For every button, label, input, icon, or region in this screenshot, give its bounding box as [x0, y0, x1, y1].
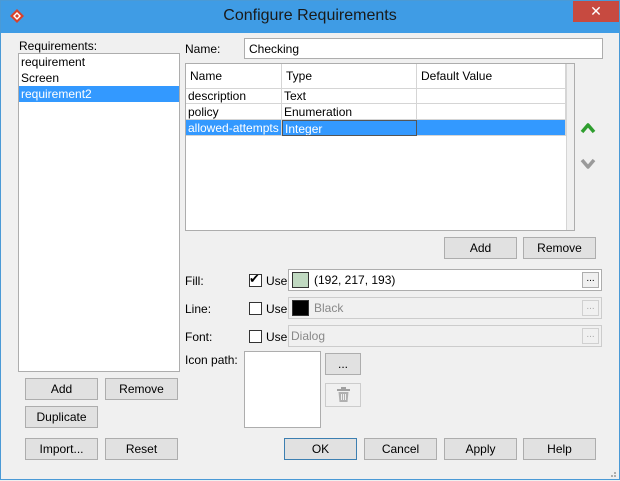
font-use-label: Use: [266, 330, 288, 344]
help-button[interactable]: Help: [523, 438, 596, 460]
cell-default-value[interactable]: [417, 120, 566, 136]
window-title: Configure Requirements: [223, 7, 397, 24]
requirements-list[interactable]: requirement Screen requirement2: [18, 53, 180, 372]
import-button[interactable]: Import...: [25, 438, 98, 460]
font-use-checkbox[interactable]: [249, 330, 262, 343]
table-scrollbar[interactable]: [566, 64, 574, 230]
title-bar[interactable]: Configure Requirements ✕: [1, 1, 619, 33]
cell-type[interactable]: Enumeration: [282, 104, 417, 120]
column-header-type[interactable]: Type: [282, 64, 417, 88]
move-down-icon[interactable]: [580, 157, 596, 169]
add-attribute-button[interactable]: Add: [444, 237, 517, 259]
icon-browse-button[interactable]: ...: [325, 353, 361, 375]
attributes-table[interactable]: Name Type Default Value description Text…: [185, 63, 575, 231]
line-color-field[interactable]: Black ...: [288, 297, 602, 319]
close-icon: ✕: [590, 3, 602, 19]
table-row[interactable]: policy Enumeration: [186, 104, 566, 120]
cell-type[interactable]: Text: [282, 88, 417, 104]
font-browse-button[interactable]: ...: [582, 328, 599, 344]
apply-button[interactable]: Apply: [444, 438, 517, 460]
column-header-default-value[interactable]: Default Value: [417, 64, 566, 88]
duplicate-requirement-button[interactable]: Duplicate: [25, 406, 98, 428]
line-color-swatch: [292, 300, 309, 316]
resize-grip-icon: [611, 472, 616, 477]
list-item[interactable]: requirement2: [19, 86, 179, 102]
line-label: Line:: [185, 302, 212, 316]
name-input[interactable]: [244, 38, 603, 59]
table-row[interactable]: allowed-attempts Integer: [186, 120, 566, 136]
font-field[interactable]: Dialog ...: [288, 325, 602, 347]
fill-use-label: Use: [266, 274, 288, 288]
fill-use-checkbox[interactable]: ✔: [249, 271, 262, 287]
configure-requirements-dialog: Configure Requirements ✕ Requirements: r…: [0, 0, 620, 480]
fill-color-swatch: [292, 272, 309, 288]
list-item[interactable]: Screen: [19, 70, 179, 86]
font-label: Font:: [185, 330, 213, 344]
fill-browse-button[interactable]: ...: [582, 272, 599, 288]
requirements-label: Requirements:: [19, 39, 98, 53]
font-value: Dialog: [291, 329, 326, 343]
ok-button[interactable]: OK: [284, 438, 357, 460]
cell-name[interactable]: description: [186, 88, 282, 104]
move-up-icon[interactable]: [580, 122, 596, 134]
delete-icon-button[interactable]: [325, 383, 361, 407]
fill-color-value: (192, 217, 193): [314, 273, 396, 287]
fill-color-field[interactable]: (192, 217, 193) ...: [288, 269, 602, 291]
fill-label: Fill:: [185, 274, 204, 288]
icon-preview: [244, 351, 321, 428]
list-item[interactable]: requirement: [19, 54, 179, 70]
cell-default-value[interactable]: [417, 104, 566, 120]
line-use-label: Use: [266, 302, 288, 316]
reset-button[interactable]: Reset: [105, 438, 178, 460]
table-header: Name Type Default Value: [186, 64, 566, 89]
remove-attribute-button[interactable]: Remove: [523, 237, 596, 259]
line-browse-button[interactable]: ...: [582, 300, 599, 316]
cell-name[interactable]: allowed-attempts: [186, 120, 282, 136]
trash-icon: [337, 387, 350, 402]
close-button[interactable]: ✕: [573, 1, 619, 22]
remove-requirement-button[interactable]: Remove: [105, 378, 178, 400]
table-row[interactable]: description Text: [186, 88, 566, 104]
resize-grip[interactable]: [607, 467, 617, 477]
line-color-value: Black: [314, 301, 344, 315]
checkmark-icon: ✔: [249, 271, 260, 286]
add-requirement-button[interactable]: Add: [25, 378, 98, 400]
cell-name[interactable]: policy: [186, 104, 282, 120]
cancel-button[interactable]: Cancel: [364, 438, 437, 460]
cell-default-value[interactable]: [417, 88, 566, 104]
icon-path-label: Icon path:: [185, 353, 238, 367]
line-use-checkbox[interactable]: [249, 302, 262, 315]
name-label: Name:: [185, 42, 221, 56]
cell-type[interactable]: Integer: [282, 120, 417, 136]
column-header-name[interactable]: Name: [186, 64, 282, 88]
